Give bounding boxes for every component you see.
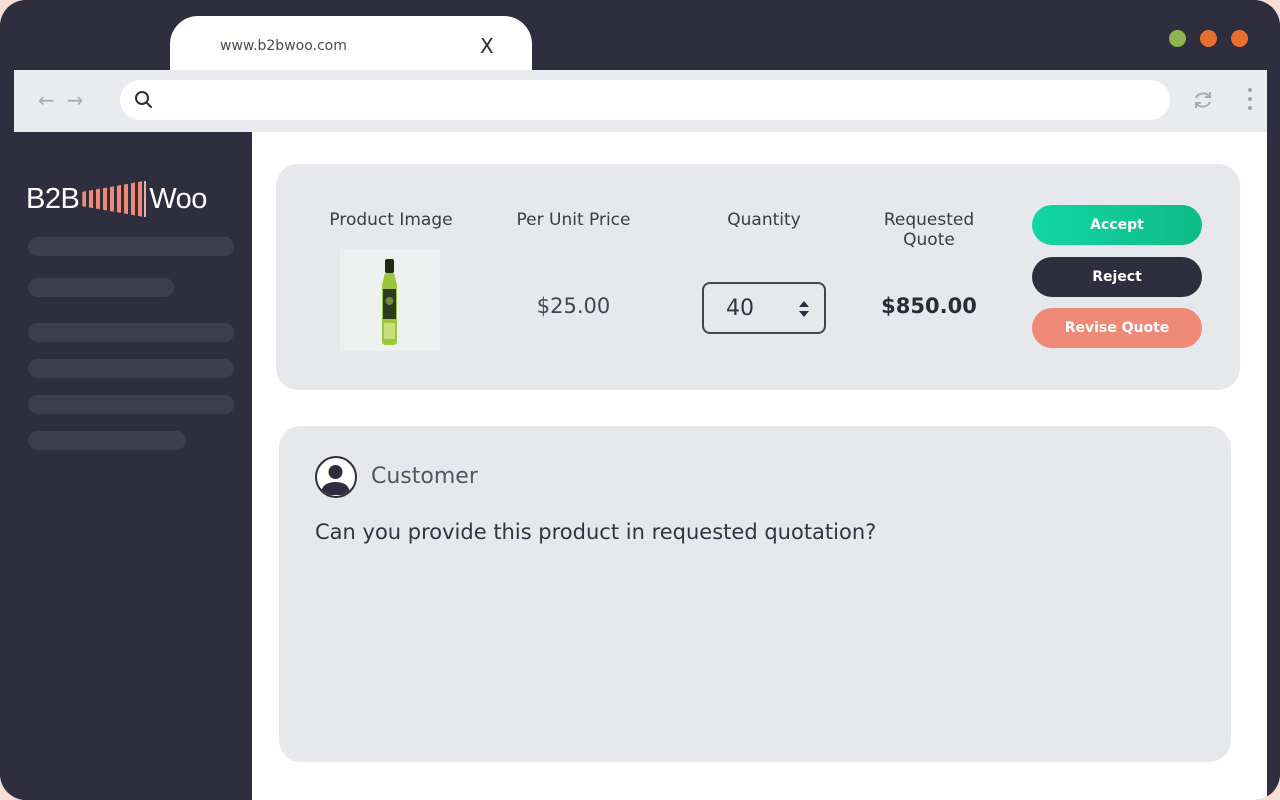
sidebar-item-placeholder[interactable] (28, 395, 234, 414)
tab-close-icon[interactable]: X (480, 34, 494, 58)
nav-arrows: ← → (38, 88, 84, 112)
main-content: Product Image Per Unit Price Quantity Re… (252, 132, 1267, 800)
header-quantity: Quantity (727, 210, 801, 230)
sidebar-item-placeholder[interactable] (28, 237, 234, 256)
browser-tab[interactable]: www.b2bwoo.com X (170, 16, 532, 76)
logo-text-left: B2B (26, 182, 80, 215)
back-arrow-icon[interactable]: ← (38, 88, 55, 112)
forward-arrow-icon[interactable]: → (67, 88, 84, 112)
per-unit-price: $25.00 (536, 294, 611, 318)
product-image[interactable] (340, 249, 440, 351)
reject-button[interactable]: Reject (1032, 257, 1202, 297)
header-product-image: Product Image (329, 210, 453, 230)
message-text: Can you provide this product in requeste… (315, 520, 877, 544)
requested-quote-value: $850.00 (881, 294, 977, 318)
spinner-arrows-icon[interactable] (798, 299, 810, 319)
header-per-unit-price: Per Unit Price (516, 210, 631, 230)
address-bar[interactable] (120, 80, 1170, 120)
window-controls (1169, 30, 1248, 47)
header-requested-quote: Requested Quote (883, 210, 975, 250)
window-dot-green[interactable] (1169, 30, 1186, 47)
quantity-value: 40 (726, 296, 754, 321)
browser-toolbar: ← → (14, 70, 1267, 132)
quote-card: Product Image Per Unit Price Quantity Re… (276, 164, 1240, 390)
window-dot-orange[interactable] (1200, 30, 1217, 47)
browser-menu-icon[interactable] (1248, 88, 1252, 110)
browser-window: www.b2bwoo.com X ← → B2B Woo Product Ima… (0, 0, 1280, 800)
b2bwoo-logo[interactable]: B2B Woo (26, 179, 207, 219)
sidebar-item-placeholder[interactable] (28, 323, 234, 342)
logo-text-right: Woo (149, 182, 207, 215)
olive-oil-bottle-icon (382, 259, 397, 345)
tab-title: www.b2bwoo.com (220, 38, 347, 54)
search-icon (135, 91, 152, 108)
customer-avatar-icon (315, 456, 357, 498)
message-card: Customer Can you provide this product in… (279, 426, 1231, 762)
logo-mark-icon (82, 181, 147, 217)
sidebar: B2B Woo (14, 132, 252, 800)
sidebar-item-placeholder[interactable] (28, 431, 186, 450)
reload-icon[interactable] (1192, 89, 1214, 111)
accept-button[interactable]: Accept (1032, 205, 1202, 245)
url-input[interactable] (164, 86, 1144, 114)
message-sender: Customer (371, 464, 478, 489)
sidebar-item-placeholder[interactable] (28, 359, 234, 378)
quantity-stepper[interactable]: 40 (702, 282, 826, 334)
revise-quote-button[interactable]: Revise Quote (1032, 308, 1202, 348)
window-dot-orange-2[interactable] (1231, 30, 1248, 47)
sidebar-item-placeholder[interactable] (28, 278, 174, 297)
